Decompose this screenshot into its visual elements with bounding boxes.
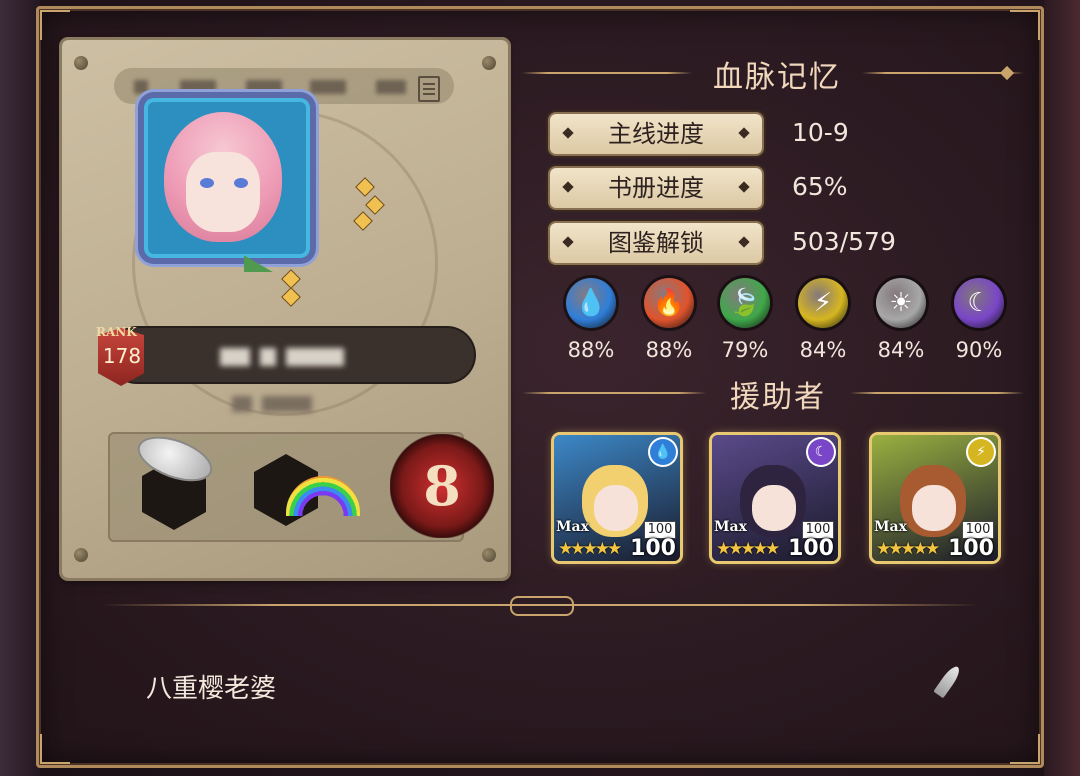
sun-icon[interactable]: ☀ — [876, 278, 926, 328]
moon-icon[interactable]: ☾ — [954, 278, 1004, 328]
main-story-progress-label: 主线进度 — [550, 114, 762, 154]
title-ornament-line — [522, 72, 692, 74]
title-ornament-line — [522, 392, 706, 394]
element-completion-percent: 84% — [877, 338, 925, 362]
helper-total-level: 100 — [630, 536, 676, 561]
helper-star-rating: ★★★★★ — [876, 539, 940, 559]
water-drop-icon[interactable]: 💧 — [566, 278, 616, 328]
element-completion-percent: 90% — [955, 338, 1003, 362]
rivet — [482, 548, 496, 562]
blurred-id — [134, 80, 148, 94]
helper-max-label: Max — [714, 519, 747, 535]
blood-memory-title: 血脉记忆 — [713, 60, 841, 95]
leaf-icon[interactable]: 🍃 — [720, 278, 770, 328]
helper-total-level: 100 — [788, 536, 834, 561]
helper-star-rating: ★★★★★ — [558, 539, 622, 559]
water-drop-icon: 💧 — [650, 439, 676, 465]
background-right-strip — [1044, 0, 1080, 776]
helper-face — [594, 485, 638, 531]
background-left-strip — [0, 0, 40, 776]
lightning-icon[interactable]: ⚡ — [798, 278, 848, 328]
rivet — [482, 56, 496, 70]
element-completion-percent: 79% — [721, 338, 769, 362]
blurred-id — [376, 80, 406, 94]
blurred-id — [310, 80, 346, 94]
element-completion-percent: 88% — [645, 338, 693, 362]
avatar-face — [186, 152, 260, 232]
title-ornament-line — [850, 392, 1024, 394]
helper-card[interactable]: 💧 Max 100 ★★★★★ 100 — [554, 435, 680, 561]
helper-card[interactable]: ☾ Max 100 ★★★★★ 100 — [712, 435, 838, 561]
helper-face — [752, 485, 796, 531]
element-completion-percent: 88% — [567, 338, 615, 362]
frame-corner-ornament — [1010, 10, 1040, 40]
frame-corner-ornament — [1010, 734, 1040, 764]
lightning-icon: ⚡ — [968, 439, 994, 465]
element-completion-percent: 84% — [799, 338, 847, 362]
fire-icon[interactable]: 🔥 — [644, 278, 694, 328]
helpers-title: 援助者 — [730, 380, 826, 415]
player-signature: 八重樱老婆 — [146, 674, 277, 704]
avatar-eye — [200, 178, 214, 188]
helper-max-label: Max — [874, 519, 907, 535]
codex-unlock-label: 图鉴解锁 — [550, 223, 762, 263]
book-progress-value: 65% — [792, 172, 848, 201]
helper-face — [912, 485, 956, 531]
book-progress-label: 书册进度 — [550, 168, 762, 208]
moon-icon: ☾ — [808, 439, 834, 465]
frame-corner-ornament — [40, 10, 70, 40]
codex-unlock-value: 503/579 — [792, 227, 896, 256]
helper-card[interactable]: ⚡ Max 100 ★★★★★ 100 — [872, 435, 998, 561]
helper-star-rating: ★★★★★ — [716, 539, 780, 559]
fan-ornament-icon — [244, 204, 340, 272]
rivet — [74, 548, 88, 562]
helper-total-level: 100 — [948, 536, 994, 561]
divider-ornament — [510, 596, 574, 616]
main-story-progress-value: 10-9 — [792, 118, 849, 147]
frame-corner-ornament — [40, 734, 70, 764]
avatar-eye — [234, 178, 248, 188]
copy-id-icon[interactable] — [418, 76, 440, 102]
rivet — [74, 56, 88, 70]
helper-max-label: Max — [556, 519, 589, 535]
